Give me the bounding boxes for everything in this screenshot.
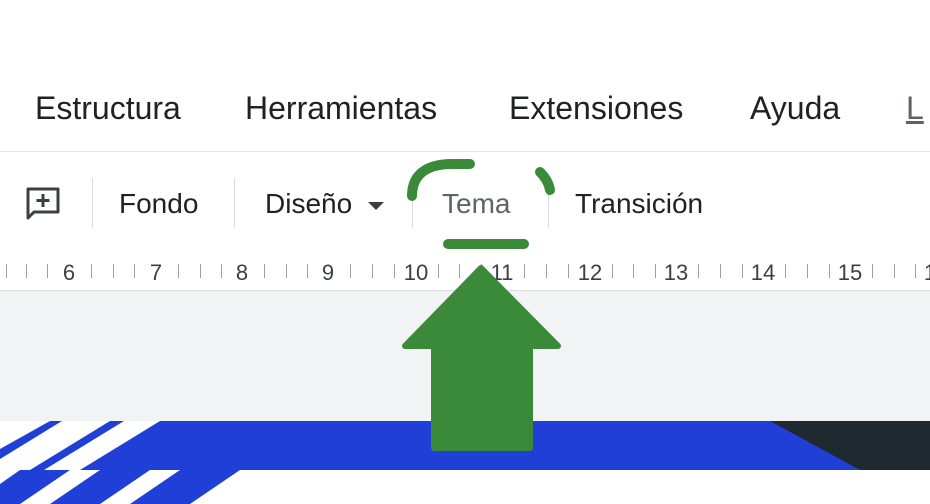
menu-ayuda[interactable]: Ayuda	[750, 86, 840, 130]
ruler-tick	[894, 264, 895, 278]
ruler-tick	[394, 264, 395, 278]
ruler-tick	[698, 264, 699, 278]
ruler-label: 6	[62, 260, 76, 285]
ruler-tick	[372, 264, 373, 278]
ruler-tick	[221, 264, 222, 278]
menu-last-edit-link[interactable]: L	[906, 86, 930, 130]
ruler-tick	[915, 264, 916, 278]
ruler-tick	[568, 264, 569, 278]
ruler-label: 7	[149, 260, 163, 285]
slide-thumbnail-band	[0, 421, 930, 504]
ruler-tick	[459, 264, 460, 278]
menu-estructura[interactable]: Estructura	[35, 86, 181, 130]
menu-bar: Estructura Herramientas Extensiones Ayud…	[0, 78, 930, 140]
ruler-tick	[633, 264, 634, 278]
menu-herramientas[interactable]: Herramientas	[245, 86, 437, 130]
toolbar-separator	[412, 178, 413, 228]
ruler-label: 11	[490, 260, 514, 285]
chevron-down-icon[interactable]	[367, 201, 385, 211]
ruler-tick	[612, 264, 613, 278]
toolbar-separator	[234, 178, 235, 228]
ruler-tick	[829, 264, 830, 278]
ruler-tick	[47, 264, 48, 278]
diseno-button[interactable]: Diseño	[265, 186, 352, 222]
ruler-tick	[481, 264, 482, 278]
tema-button[interactable]: Tema	[442, 186, 510, 222]
toolbar-separator	[92, 178, 93, 228]
slide-graphic	[0, 421, 930, 504]
ruler-tick	[113, 264, 114, 278]
ruler-label: 1	[924, 258, 930, 288]
ruler-label: 14	[750, 260, 776, 285]
ruler-tick	[91, 264, 92, 278]
fondo-button[interactable]: Fondo	[119, 186, 198, 222]
ruler-tick	[655, 264, 656, 278]
ruler-tick	[26, 264, 27, 278]
ruler-tick	[200, 264, 201, 278]
ruler-label: 12	[577, 260, 603, 285]
menu-extensiones[interactable]: Extensiones	[509, 86, 683, 130]
ruler-label: 10	[403, 260, 429, 285]
ruler-tick	[178, 264, 179, 278]
ruler-label: 9	[321, 260, 335, 285]
ruler-tick	[6, 264, 7, 278]
ruler-tick	[742, 264, 743, 278]
ruler-label: 8	[235, 260, 249, 285]
transicion-button[interactable]: Transición	[575, 186, 703, 222]
ruler-label: 13	[663, 260, 689, 285]
ruler-tick	[872, 264, 873, 278]
ruler-tick	[524, 264, 525, 278]
ruler-tick	[438, 264, 439, 278]
ruler-tick	[720, 264, 721, 278]
ruler-tick	[134, 264, 135, 278]
toolbar: Fondo Diseño Tema Transición	[0, 152, 930, 254]
add-comment-icon[interactable]	[22, 184, 64, 224]
ruler-tick	[350, 264, 351, 278]
ruler: 6 7 8 9 10 11 12 13 14 15 1	[0, 254, 930, 290]
ruler-tick	[286, 264, 287, 278]
ruler-tick	[307, 264, 308, 278]
ruler-tick	[785, 264, 786, 278]
ruler-tick	[546, 264, 547, 278]
ruler-tick	[264, 264, 265, 278]
ruler-tick	[807, 264, 808, 278]
slide-canvas-background	[0, 291, 930, 421]
ruler-label: 15	[837, 260, 863, 285]
toolbar-separator	[548, 178, 549, 228]
